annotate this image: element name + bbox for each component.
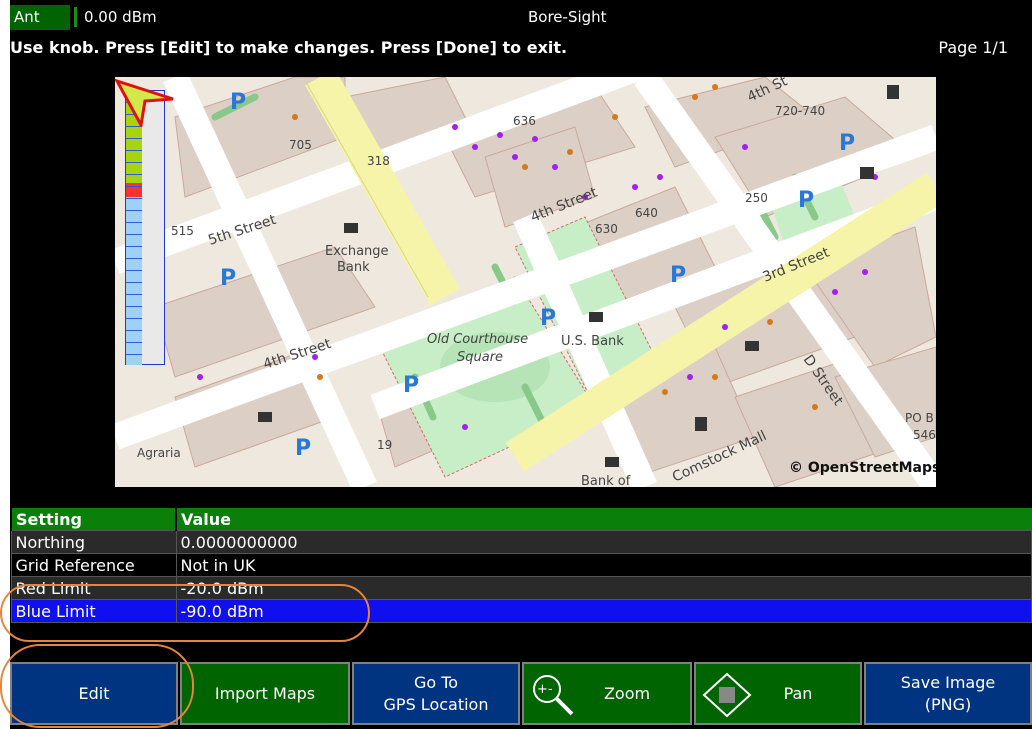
- limits-callout: [0, 584, 370, 642]
- goto-label-line2: GPS Location: [383, 694, 489, 714]
- svg-text:Agraria: Agraria: [137, 446, 181, 460]
- svg-text:Old Courthouse: Old Courthouse: [427, 332, 528, 347]
- zoom-label: Zoom: [603, 684, 651, 703]
- svg-text:640: 640: [635, 206, 658, 220]
- pan-icon: [702, 672, 752, 718]
- signal-level-bar: ◄: [125, 88, 165, 365]
- svg-text:P: P: [230, 90, 246, 115]
- svg-text:19: 19: [377, 438, 392, 452]
- bearing-arrow-icon: [115, 78, 174, 127]
- svg-text:P: P: [540, 306, 556, 331]
- power-readout: 0.00 dBm: [74, 5, 157, 30]
- svg-text:P: P: [839, 131, 855, 156]
- svg-text:318: 318: [367, 154, 390, 168]
- page-indicator: Page 1/1: [938, 38, 1008, 57]
- antenna-badge: Ant: [10, 5, 70, 30]
- svg-text:515: 515: [171, 224, 194, 238]
- svg-text:U.S. Bank: U.S. Bank: [561, 334, 624, 349]
- instruction-text: Use knob. Press [Edit] to make changes. …: [10, 38, 568, 57]
- table-header: Setting Value: [10, 508, 1032, 531]
- street-map: P P P P P P P P 5th Street 4th Street 4t…: [115, 77, 936, 487]
- setting-cell: Northing: [10, 530, 177, 554]
- import-maps-label: Import Maps: [214, 684, 316, 703]
- goto-gps-button[interactable]: Go To GPS Location: [352, 662, 520, 725]
- value-cell: 0.0000000000: [175, 530, 1032, 554]
- svg-text:705: 705: [289, 138, 312, 152]
- svg-text:636: 636: [513, 114, 536, 128]
- svg-text:P: P: [670, 263, 686, 288]
- svg-text:Square: Square: [457, 350, 503, 365]
- setting-header: Setting: [10, 508, 176, 531]
- value-cell: Not in UK: [175, 553, 1032, 577]
- save-label-line2: (PNG): [924, 694, 972, 714]
- svg-text:PO B: PO B: [905, 411, 934, 425]
- import-maps-button[interactable]: Import Maps: [180, 662, 350, 725]
- svg-text:250: 250: [745, 191, 768, 205]
- svg-text:546: 546: [913, 428, 936, 442]
- save-image-button[interactable]: Save Image (PNG): [864, 662, 1032, 725]
- svg-text:P: P: [798, 188, 814, 213]
- mode-title: Bore-Sight: [528, 8, 607, 26]
- svg-text:P: P: [403, 373, 419, 398]
- svg-text:Bank: Bank: [337, 260, 370, 275]
- table-row[interactable]: Northing 0.0000000000: [10, 530, 1032, 554]
- svg-text:Exchange: Exchange: [325, 244, 389, 259]
- setting-cell: Grid Reference: [10, 553, 177, 577]
- svg-text:720-740: 720-740: [775, 104, 825, 118]
- goto-label-line1: Go To: [413, 672, 459, 692]
- save-label-line1: Save Image: [900, 672, 996, 692]
- bar-ticks: [126, 91, 142, 365]
- pan-label: Pan: [783, 684, 813, 703]
- zoom-icon: +-: [533, 675, 574, 716]
- svg-text:+-: +-: [537, 682, 553, 697]
- map-view[interactable]: P P P P P P P P 5th Street 4th Street 4t…: [115, 77, 936, 487]
- zoom-button[interactable]: +- Zoom: [522, 662, 692, 725]
- svg-text:P: P: [220, 266, 236, 291]
- value-header: Value: [175, 508, 1032, 531]
- map-copyright: © OpenStreetMaps: [789, 460, 936, 476]
- svg-text:Bank of: Bank of: [581, 474, 631, 487]
- svg-text:P: P: [295, 436, 311, 461]
- table-row[interactable]: Grid Reference Not in UK: [10, 553, 1032, 577]
- edit-callout: [0, 644, 194, 728]
- pan-button[interactable]: Pan: [694, 662, 862, 725]
- svg-text:630: 630: [595, 222, 618, 236]
